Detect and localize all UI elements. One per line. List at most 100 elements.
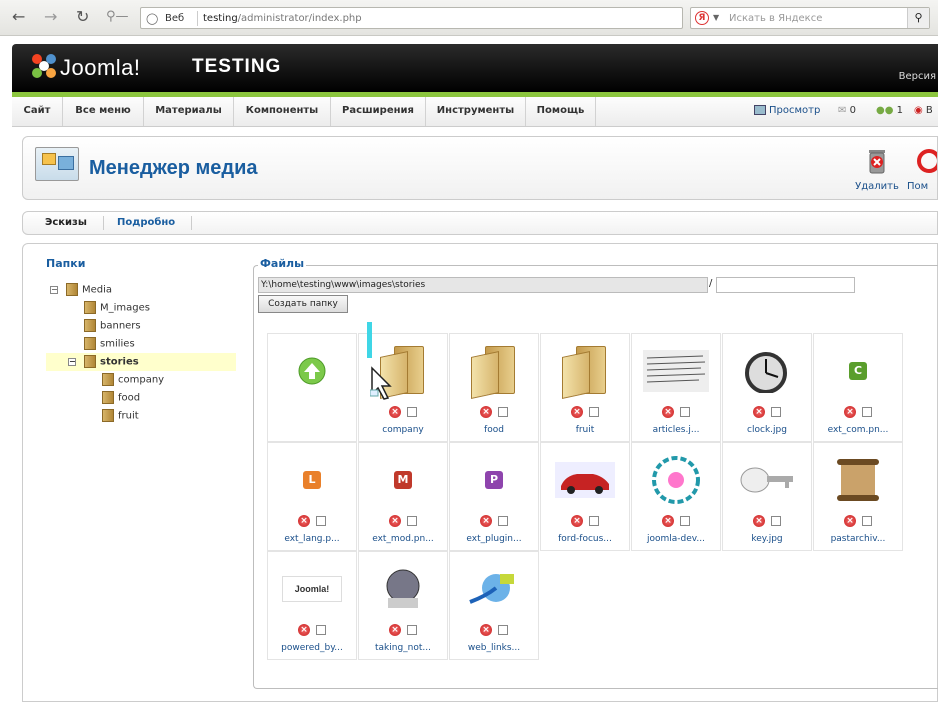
back-arrow-icon[interactable]: ← [12,8,25,26]
file-item[interactable]: × fruit [540,333,630,442]
extension-badge-icon[interactable]: M [363,447,443,513]
logout-link[interactable]: ◉ В [914,105,933,116]
select-checkbox[interactable] [407,407,417,417]
tree-node-fruit[interactable]: fruit [102,409,139,425]
select-checkbox[interactable] [498,516,508,526]
extension-badge-icon[interactable]: L [272,447,352,513]
image-paper-thumbnail[interactable] [636,338,716,404]
image-car-thumbnail[interactable] [545,447,625,513]
image-key-thumbnail[interactable] [727,447,807,513]
file-item[interactable] [267,333,357,442]
delete-icon[interactable]: × [480,624,492,636]
file-name[interactable]: articles.j... [632,425,720,435]
tree-node-stories[interactable]: − stories [68,355,139,371]
select-checkbox[interactable] [498,625,508,635]
file-item[interactable]: M × ext_mod.pn... [358,442,448,551]
file-name[interactable]: web_links... [450,643,538,653]
select-checkbox[interactable] [407,625,417,635]
menu-item-content[interactable]: Материалы [144,97,234,126]
folder-thumbnail-icon[interactable] [545,338,625,404]
delete-icon[interactable]: × [298,624,310,636]
file-item[interactable]: × ford-focus... [540,442,630,551]
delete-button[interactable]: Удалить [847,147,907,192]
image-clock-thumbnail[interactable] [727,338,807,404]
menu-item-components[interactable]: Компоненты [234,97,331,126]
delete-icon[interactable]: × [571,406,583,418]
file-name[interactable]: ford-focus... [541,534,629,544]
menu-item-extensions[interactable]: Расширения [331,97,426,126]
tab-details[interactable]: Подробно [117,217,175,228]
messages-indicator[interactable]: ✉ 0 [838,105,856,116]
file-name[interactable]: food [450,425,538,435]
delete-icon[interactable]: × [389,624,401,636]
select-checkbox[interactable] [680,516,690,526]
yandex-search-box[interactable]: Я ▼ Искать в Яндексе ⚲ [690,7,930,29]
file-name[interactable]: ext_mod.pn... [359,534,447,544]
select-checkbox[interactable] [316,625,326,635]
file-name[interactable]: fruit [541,425,629,435]
file-name[interactable]: ext_lang.p... [268,534,356,544]
delete-icon[interactable]: × [662,406,674,418]
delete-icon[interactable]: × [298,515,310,527]
select-checkbox[interactable] [771,407,781,417]
extension-badge-icon[interactable]: P [454,447,534,513]
tree-node-food[interactable]: food [102,391,140,407]
menu-item-all-menus[interactable]: Все меню [63,97,144,126]
collapse-toggle-icon[interactable]: − [68,357,76,366]
delete-icon[interactable]: × [389,515,401,527]
delete-icon[interactable]: × [844,515,856,527]
extension-badge-icon[interactable]: C [818,338,898,404]
select-checkbox[interactable] [771,516,781,526]
tree-node-banners[interactable]: banners [84,319,141,335]
search-icon[interactable]: ⚲ [907,8,929,28]
image-links-thumbnail[interactable] [454,556,534,622]
file-item[interactable]: × joomla-dev... [631,442,721,551]
file-item[interactable]: × pastarchiv... [813,442,903,551]
tree-node-company[interactable]: company [102,373,164,389]
create-folder-button[interactable]: Создать папку [258,295,348,313]
dropdown-arrow-icon[interactable]: ▼ [713,13,719,22]
collapse-toggle-icon[interactable]: − [50,285,58,294]
select-checkbox[interactable] [862,407,872,417]
delete-icon[interactable]: × [571,515,583,527]
select-checkbox[interactable] [498,407,508,417]
delete-icon[interactable]: × [753,406,765,418]
help-button[interactable]: Пом [907,147,938,192]
image-scroll-thumbnail[interactable] [818,447,898,513]
image-notes-thumbnail[interactable] [363,556,443,622]
file-name[interactable]: clock.jpg [723,425,811,435]
file-item[interactable]: × food [449,333,539,442]
delete-icon[interactable]: × [480,406,492,418]
users-indicator[interactable]: ●● 1 [876,105,903,116]
menu-item-site[interactable]: Сайт [12,97,63,126]
url-text[interactable]: testing/administrator/index.php [203,13,362,24]
folder-thumbnail-icon[interactable] [454,338,534,404]
powered-by-thumbnail[interactable]: Joomla! [272,556,352,622]
file-item[interactable]: × web_links... [449,551,539,660]
tree-node-smilies[interactable]: smilies [84,337,135,353]
search-input[interactable]: Искать в Яндексе [729,13,822,24]
tab-thumbnails[interactable]: Эскизы [45,217,87,228]
file-item[interactable]: × clock.jpg [722,333,812,442]
file-name[interactable]: powered_by... [268,643,356,653]
file-name[interactable]: ext_plugin... [450,534,538,544]
select-checkbox[interactable] [589,516,599,526]
file-name[interactable]: company [359,425,447,435]
folder-up-icon[interactable] [272,338,352,404]
image-diagram-thumbnail[interactable] [636,447,716,513]
file-item[interactable]: C × ext_com.pn... [813,333,903,442]
select-checkbox[interactable] [680,407,690,417]
forward-arrow-icon[interactable]: → [44,8,57,26]
delete-icon[interactable]: × [662,515,674,527]
file-item[interactable]: × key.jpg [722,442,812,551]
file-name[interactable]: pastarchiv... [814,534,902,544]
address-bar[interactable]: ◯ Веб testing/administrator/index.php [140,7,683,29]
new-folder-input[interactable] [716,277,855,293]
delete-icon[interactable]: × [753,515,765,527]
delete-icon[interactable]: × [480,515,492,527]
select-checkbox[interactable] [316,516,326,526]
file-name[interactable]: ext_com.pn... [814,425,902,435]
select-checkbox[interactable] [862,516,872,526]
menu-item-tools[interactable]: Инструменты [426,97,526,126]
file-item[interactable]: × articles.j... [631,333,721,442]
